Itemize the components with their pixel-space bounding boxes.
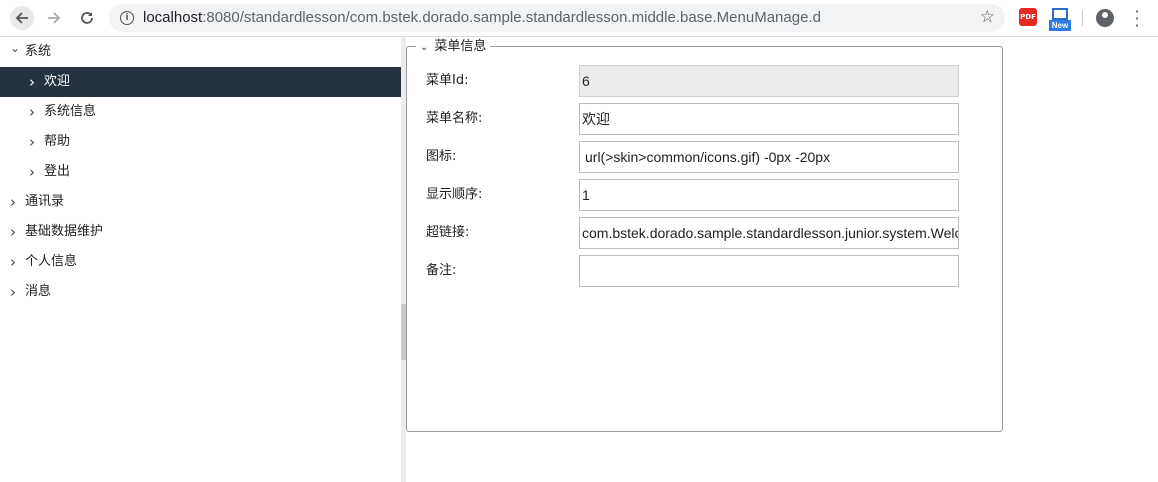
display-order-field[interactable]: 1 — [579, 179, 959, 211]
new-badge: New — [1049, 20, 1071, 31]
tree-item-label: 基础数据维护 — [25, 224, 104, 239]
tree-item-label: 系统 — [25, 44, 52, 59]
reload-icon — [81, 12, 93, 24]
url-path: :8080/standardlesson/com.bstek.dorado.sa… — [202, 9, 821, 26]
star-icon[interactable]: ☆ — [980, 7, 995, 27]
chevron-right-icon[interactable]: › — [10, 277, 16, 307]
forward-button[interactable] — [42, 6, 66, 30]
tree-item[interactable]: › 基础数据维护 — [0, 217, 401, 247]
remark-field[interactable] — [579, 255, 959, 287]
tree-item-label: 欢迎 — [44, 74, 71, 89]
new-window-extension-icon[interactable]: New — [1049, 8, 1071, 31]
tree-item-label: 通讯录 — [25, 194, 65, 209]
chevron-right-icon[interactable]: › — [29, 127, 35, 157]
display-order-label: 显示顺序: — [426, 187, 483, 202]
chevron-down-icon[interactable]: ⌄ — [420, 42, 428, 53]
menu-name-label: 菜单名称: — [426, 111, 483, 126]
tree-item-label: 消息 — [25, 284, 52, 299]
arrow-left-icon — [15, 12, 28, 24]
arrow-right-icon — [48, 12, 61, 24]
tree-item-label: 个人信息 — [25, 254, 78, 269]
url-host: localhost — [143, 9, 203, 26]
tree-item[interactable]: › 系统信息 — [0, 97, 401, 127]
menu-id-label: 菜单Id: — [426, 73, 469, 88]
profile-avatar-icon[interactable] — [1096, 9, 1114, 27]
window-icon — [1052, 8, 1068, 20]
hyperlink-field[interactable]: com.bstek.dorado.sample.standardlesson.j… — [579, 217, 959, 249]
menu-id-field: 6 — [579, 65, 959, 97]
tree-item[interactable]: › 消息 — [0, 277, 401, 307]
pdf-extension-icon[interactable]: PDF — [1019, 8, 1037, 26]
chevron-down-icon[interactable]: ⌄ — [10, 33, 20, 63]
chevron-right-icon[interactable]: › — [29, 157, 35, 187]
tree-item-label: 系统信息 — [44, 104, 97, 119]
chevron-right-icon[interactable]: › — [29, 97, 35, 127]
icon-field[interactable]: url(>skin>common/icons.gif) -0px -20px — [579, 141, 959, 173]
remark-label: 备注: — [426, 263, 457, 278]
tree-item-label: 登出 — [44, 164, 71, 179]
chevron-right-icon[interactable]: › — [10, 187, 16, 217]
more-menu-icon[interactable]: · · · — [1132, 4, 1142, 34]
chevron-right-icon[interactable]: › — [10, 217, 16, 247]
reload-button[interactable] — [75, 6, 99, 30]
back-button[interactable] — [10, 6, 34, 30]
fieldset-legend[interactable]: ⌄ 菜单信息 — [416, 38, 491, 56]
browser-toolbar: i localhost:8080/standardlesson/com.bste… — [0, 0, 1158, 37]
tree-item[interactable]: › 欢迎 — [0, 67, 401, 97]
chevron-right-icon[interactable]: › — [29, 67, 35, 97]
tree-item-label: 帮助 — [44, 134, 71, 149]
fieldset-legend-label: 菜单信息 — [434, 39, 487, 54]
tree-item[interactable]: › 个人信息 — [0, 247, 401, 277]
navigation-tree: ⌄ 系统 › 欢迎 › 系统信息 › 帮助 › 登出 › 通讯录 › 基础数据维护 › 个人信息 › 消息 — [0, 37, 401, 482]
tree-item[interactable]: ⌄ 系统 — [0, 37, 401, 67]
hyperlink-label: 超链接: — [426, 225, 470, 240]
tree-item[interactable]: › 帮助 — [0, 127, 401, 157]
tree-item[interactable]: › 登出 — [0, 157, 401, 187]
chevron-right-icon[interactable]: › — [10, 247, 16, 277]
icon-label: 图标: — [426, 149, 457, 164]
url-text[interactable]: localhost:8080/standardlesson/com.bstek.… — [143, 9, 821, 26]
address-bar[interactable]: i localhost:8080/standardlesson/com.bste… — [109, 4, 1005, 32]
menu-name-field[interactable]: 欢迎 — [579, 103, 959, 135]
info-icon[interactable]: i — [120, 11, 134, 25]
toolbar-divider — [1082, 10, 1083, 26]
tree-item[interactable]: › 通讯录 — [0, 187, 401, 217]
